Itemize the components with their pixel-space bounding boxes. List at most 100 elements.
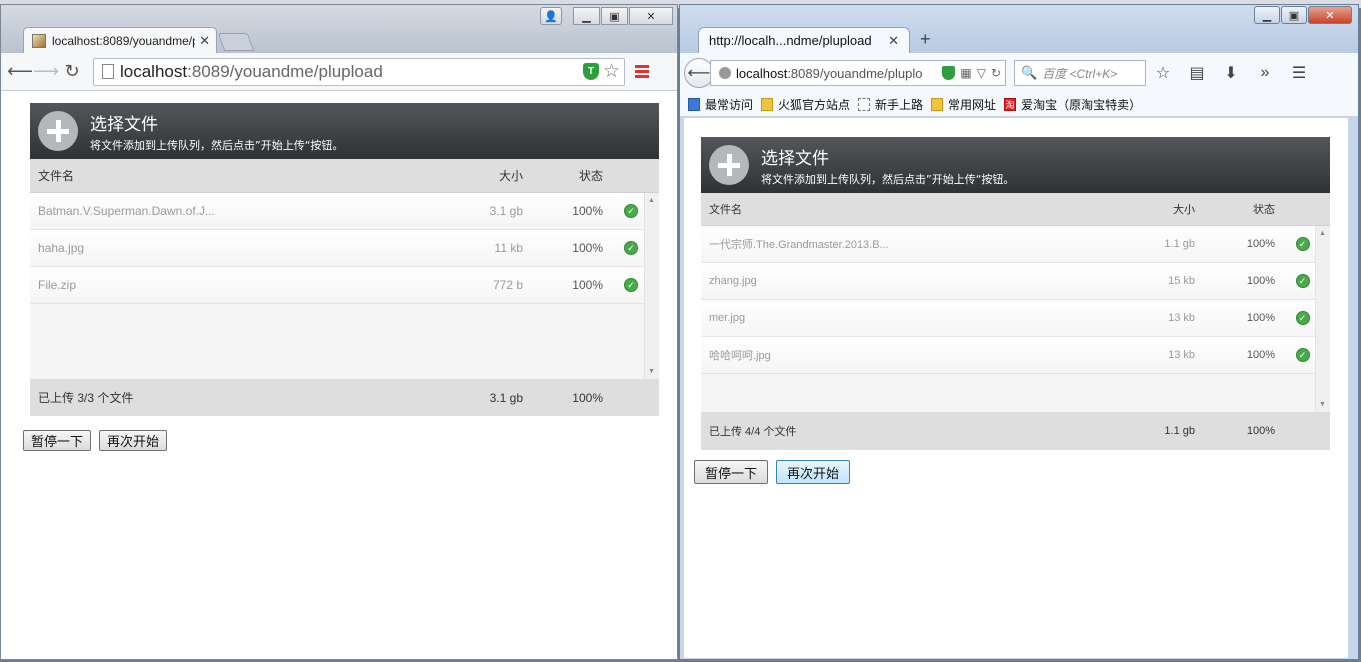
file-list[interactable]: 一代宗师.The.Grandmaster.2013.B... 1.1 gb 100%… <box>701 226 1330 412</box>
maximize-button[interactable]: ▣ <box>601 7 628 25</box>
qr-code-icon[interactable]: ▦ <box>960 66 971 80</box>
reading-list-icon[interactable]: ▤ <box>1180 63 1214 83</box>
table-row[interactable]: mer.jpg 13 kb 100% ✓ <box>701 300 1330 337</box>
url-host: localhost <box>736 65 788 81</box>
bookmark-star-icon[interactable]: ☆ <box>603 60 620 83</box>
file-name: haha.jpg <box>38 241 85 255</box>
bookmark-aitaobao[interactable]: 淘爱淘宝（原淘宝特卖） <box>1004 96 1141 113</box>
bookmark-label: 爱淘宝（原淘宝特卖） <box>1021 98 1142 112</box>
uploader-subtitle: 将文件添加到上传队列，然后点击”开始上传“按钮。 <box>761 172 1015 186</box>
firefox-window-controls: ▁ ▣ ✕ <box>1253 6 1352 24</box>
uploader-widget: 选择文件 将文件添加到上传队列，然后点击”开始上传“按钮。 文件名 大小 状态 … <box>701 137 1330 451</box>
file-status: 100% <box>1246 349 1275 361</box>
omnibox[interactable]: localhost:8089/youandme/plupload T ☆ <box>93 57 625 86</box>
total-status: 100% <box>572 390 603 405</box>
bookmark-common-sites[interactable]: 常用网址 <box>931 96 996 113</box>
chrome-titlebar: 👤 ▁ ▣ ✕ localhost:8089/youandme/plupload… <box>1 5 677 53</box>
restart-button[interactable]: 再次开始 <box>776 460 850 484</box>
table-row[interactable]: haha.jpg 11 kb 100% ✓ <box>30 230 659 267</box>
col-status: 状态 <box>1253 204 1275 216</box>
url-bar[interactable]: localhost:8089/youandme/pluplo ▦ ▽ ↻ <box>710 60 1006 86</box>
extension-shield-icon[interactable] <box>942 66 956 80</box>
file-size: 13 kb <box>1168 312 1195 324</box>
file-list-scrollbar[interactable]: ▲ ▼ <box>644 193 659 379</box>
menu-icon[interactable]: ☰ <box>1282 63 1316 83</box>
download-icon[interactable]: ⬇ <box>1214 63 1248 83</box>
file-list-footer: 已上传 4/4 个文件 1.1 gb 100% <box>701 412 1330 450</box>
bookmark-most-visited[interactable]: 最常访问 <box>688 96 753 113</box>
file-size: 3.1 gb <box>489 204 523 218</box>
col-name: 文件名 <box>38 169 75 183</box>
uploader-header: 选择文件 将文件添加到上传队列，然后点击”开始上传“按钮。 <box>30 103 659 159</box>
file-status: 100% <box>1246 312 1275 324</box>
reload-icon[interactable]: ↻ <box>991 66 1001 80</box>
total-size: 1.1 gb <box>1164 425 1195 437</box>
minimize-button[interactable]: ▁ <box>1254 6 1280 24</box>
bookmark-star-icon[interactable]: ☆ <box>1146 63 1180 83</box>
menu-icon[interactable] <box>635 63 649 80</box>
check-icon: ✓ <box>1295 237 1310 251</box>
firefox-toolbar: ⟵ localhost:8089/youandme/pluplo ▦ ▽ ↻ 🔍… <box>680 53 1358 93</box>
extension-shield-icon[interactable]: T <box>582 63 599 80</box>
scroll-down-arrow-icon[interactable]: ▼ <box>1319 401 1326 408</box>
add-files-icon[interactable] <box>38 111 78 151</box>
back-arrow-icon[interactable]: ⟵ <box>7 59 33 85</box>
overflow-chevron-icon[interactable]: » <box>1248 64 1282 82</box>
tab-close-icon[interactable]: ✕ <box>888 33 899 49</box>
bookmark-getting-started[interactable]: 新手上路 <box>858 96 923 113</box>
tab-title: http://localh...ndme/plupload <box>709 33 872 48</box>
chrome-tab-plupload[interactable]: localhost:8089/youandme/plupload ✕ <box>23 27 217 53</box>
total-status: 100% <box>1246 425 1275 437</box>
add-files-icon[interactable] <box>709 145 749 185</box>
forward-arrow-icon[interactable]: ⟶ <box>33 59 59 85</box>
uploader-widget: 选择文件 将文件添加到上传队列，然后点击”开始上传“按钮。 文件名 大小 状态 … <box>30 103 659 417</box>
table-row[interactable]: File.zip 772 b 100% ✓ <box>30 267 659 304</box>
firefox-tab-plupload[interactable]: http://localh...ndme/plupload ✕ <box>698 27 910 53</box>
taobao-icon: 淘 <box>1004 98 1017 111</box>
uploader-header: 选择文件 将文件添加到上传队列，然后点击”开始上传“按钮。 <box>701 137 1330 193</box>
scroll-up-arrow-icon[interactable]: ▲ <box>1319 230 1326 237</box>
new-tab-plus-icon[interactable]: + <box>920 29 931 50</box>
bookmark-label: 火狐官方站点 <box>778 98 851 112</box>
table-row[interactable]: 一代宗师.The.Grandmaster.2013.B... 1.1 gb 100%… <box>701 226 1330 263</box>
col-size: 大小 <box>1173 204 1195 216</box>
tab-close-icon[interactable]: ✕ <box>199 33 210 49</box>
search-box[interactable]: 🔍 百度 <Ctrl+K> <box>1014 60 1146 86</box>
table-row[interactable]: Batman.V.Superman.Dawn.of.J... 3.1 gb 100%… <box>30 193 659 230</box>
new-tab-button[interactable] <box>217 33 255 51</box>
firefox-page-content: 选择文件 将文件添加到上传队列，然后点击”开始上传“按钮。 文件名 大小 状态 … <box>684 118 1348 658</box>
maximize-button[interactable]: ▣ <box>1281 6 1307 24</box>
bookmark-firefox-official[interactable]: 火狐官方站点 <box>761 96 850 113</box>
minimize-button[interactable]: ▁ <box>573 7 600 25</box>
address-text[interactable]: localhost:8089/youandme/pluplo <box>736 66 937 81</box>
reload-icon[interactable]: ↻ <box>59 59 85 85</box>
tab-title: localhost:8089/youandme/plupload <box>52 33 195 48</box>
check-icon: ✓ <box>1295 311 1310 325</box>
address-text[interactable]: localhost:8089/youandme/plupload <box>120 62 583 82</box>
upload-summary: 已上传 4/4 个文件 <box>709 426 797 438</box>
table-row[interactable]: 哈哈呵呵.jpg 13 kb 100% ✓ <box>701 337 1330 374</box>
file-list-scrollbar[interactable]: ▲ ▼ <box>1315 226 1330 412</box>
globe-icon <box>719 67 731 79</box>
scroll-up-arrow-icon[interactable]: ▲ <box>648 197 655 204</box>
table-row[interactable]: zhang.jpg 15 kb 100% ✓ <box>701 263 1330 300</box>
bookmark-label: 常用网址 <box>948 98 997 112</box>
file-name: Batman.V.Superman.Dawn.of.J... <box>38 204 215 218</box>
file-name: 哈哈呵呵.jpg <box>709 350 771 362</box>
file-size: 1.1 gb <box>1164 238 1195 250</box>
chrome-page-content: 选择文件 将文件添加到上传队列，然后点击”开始上传“按钮。 文件名 大小 状态 … <box>1 91 677 659</box>
file-list[interactable]: Batman.V.Superman.Dawn.of.J... 3.1 gb 100%… <box>30 193 659 379</box>
restart-button[interactable]: 再次开始 <box>99 430 167 451</box>
close-button[interactable]: ✕ <box>1308 6 1352 24</box>
chrome-toolbar: ⟵ ⟶ ↻ localhost:8089/youandme/plupload T… <box>1 53 677 91</box>
dropdown-arrow-icon[interactable]: ▽ <box>977 66 986 80</box>
check-icon: ✓ <box>1295 348 1310 362</box>
folder-icon <box>931 98 944 111</box>
file-list-footer: 已上传 3/3 个文件 3.1 gb 100% <box>30 379 659 416</box>
pause-button[interactable]: 暂停一下 <box>694 460 768 484</box>
profile-icon[interactable]: 👤 <box>540 7 562 25</box>
close-button[interactable]: ✕ <box>629 7 673 25</box>
pause-button[interactable]: 暂停一下 <box>23 430 91 451</box>
scroll-down-arrow-icon[interactable]: ▼ <box>648 368 655 375</box>
col-name: 文件名 <box>709 204 742 216</box>
